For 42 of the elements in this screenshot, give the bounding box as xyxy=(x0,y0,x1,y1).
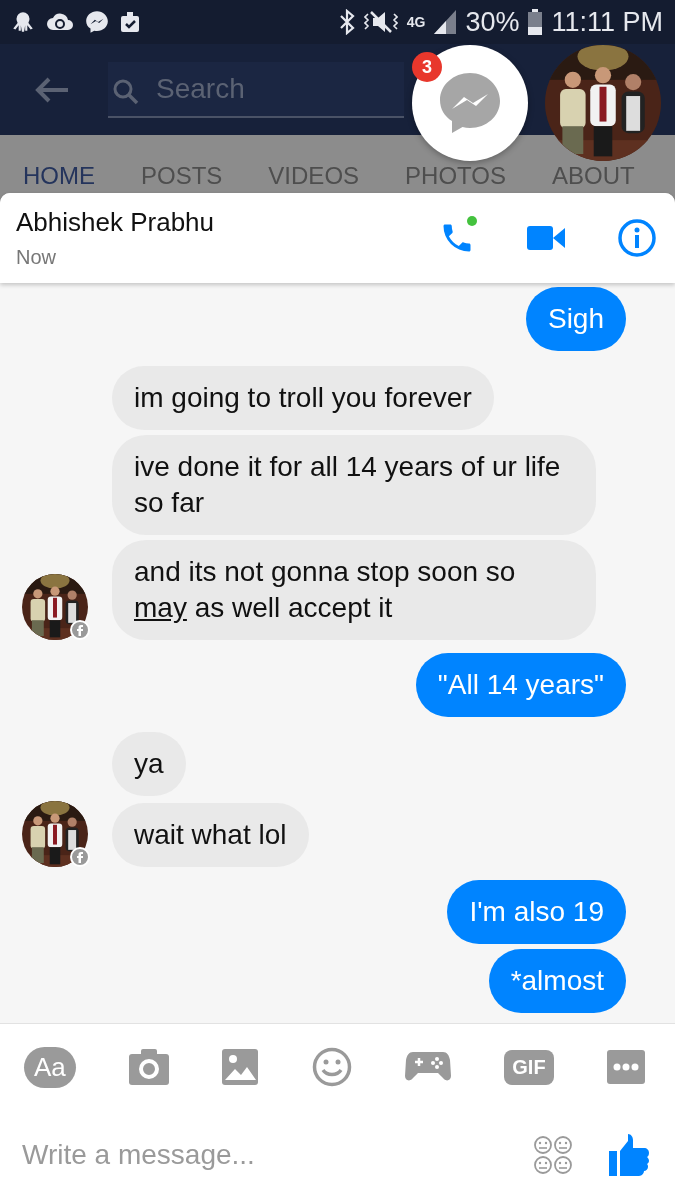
profile-tab[interactable]: ABOUT xyxy=(552,162,635,193)
vibrate-mute-icon xyxy=(363,9,398,35)
message-bubble: *almost xyxy=(488,949,626,1013)
video-camera-icon[interactable] xyxy=(527,225,565,251)
message-input[interactable]: Write a message... xyxy=(22,1131,497,1179)
battery-icon xyxy=(528,9,543,35)
info-icon[interactable] xyxy=(617,218,657,258)
contact-name: Abhishek Prabhu xyxy=(16,207,215,238)
composer-bar[interactable]: Write a message... xyxy=(0,1110,675,1200)
smiley-icon[interactable] xyxy=(311,1047,352,1087)
profile-tab[interactable]: VIDEOS xyxy=(268,162,360,193)
message-bubble: "All 14 years" xyxy=(415,653,626,717)
profile-tab[interactable]: HOME xyxy=(23,162,95,193)
back-arrow-icon[interactable] xyxy=(34,75,70,104)
search-field[interactable]: Search xyxy=(108,61,404,118)
emoji-faces-icon[interactable] xyxy=(533,1135,573,1175)
octopus-icon xyxy=(10,9,36,35)
profile-tab[interactable]: PHOTOS xyxy=(405,162,506,193)
active-status: Now xyxy=(16,246,57,269)
profile-tab[interactable]: POSTS xyxy=(141,162,223,193)
signal-icon xyxy=(434,10,457,34)
message-bubble: and its not gonna stop soon so may as well accept it xyxy=(112,540,596,640)
gif-button[interactable]: GIF xyxy=(504,1049,554,1085)
image-icon[interactable] xyxy=(222,1049,259,1085)
message-bubble: im going to troll you forever xyxy=(112,366,494,430)
message-bubble: Sigh xyxy=(525,287,626,351)
text-style-button[interactable]: Aa xyxy=(24,1046,76,1088)
search-icon xyxy=(112,77,140,106)
network-type: 4G xyxy=(406,14,426,30)
battery-percentage: 30% xyxy=(465,6,520,38)
messenger-icon xyxy=(84,9,110,35)
message-bubble: ive done it for all 14 years of ur life so far xyxy=(112,435,596,535)
facebook-badge-icon xyxy=(70,620,90,640)
message-bubble: I'm also 19 xyxy=(447,880,626,944)
facebook-badge-icon xyxy=(70,847,90,867)
clock-time: 11:11 PM xyxy=(551,6,663,38)
message-bubble: wait what lol xyxy=(112,803,309,867)
more-icon[interactable] xyxy=(606,1050,645,1084)
message-bubble: ya xyxy=(112,732,186,796)
bluetooth-icon xyxy=(338,9,355,35)
thumbs-up-icon[interactable] xyxy=(609,1134,649,1176)
camera-icon[interactable] xyxy=(129,1049,170,1085)
